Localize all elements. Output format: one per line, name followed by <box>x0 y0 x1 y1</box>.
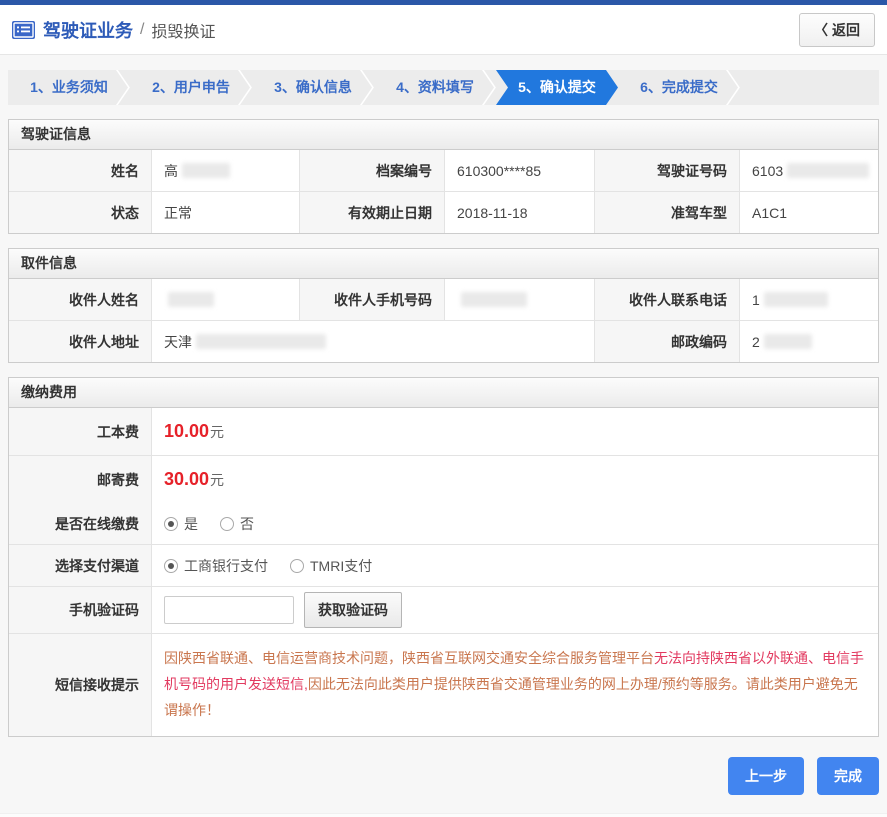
step-3[interactable]: 3、确认信息 <box>252 70 374 105</box>
step-bar: 1、业务须知 2、用户申告 3、确认信息 4、资料填写 5、确认提交 6、完成提交 <box>8 70 879 105</box>
license-table: 姓名高档案编号 610300****85 驾驶证号码 6103 状态 正常 有效期止日期 20… <box>9 150 878 233</box>
redacted-text <box>182 163 230 178</box>
field-label: 状态 <box>9 192 152 233</box>
field-label: 有效期止日期 <box>300 192 445 233</box>
back-button[interactable]: 〈返回 <box>799 12 875 47</box>
field-label: 选择支付渠道 <box>9 545 152 586</box>
field-label: 准驾车型 <box>595 192 740 233</box>
radio-button-icon <box>164 558 178 573</box>
fee-value: 30.00 元 <box>152 456 878 503</box>
pay-channel-row: 选择支付渠道 工商银行支付 TMRI支付 <box>9 545 878 587</box>
field-label: 工本费 <box>9 408 152 455</box>
online-pay-row: 是否在线缴费 是否 <box>9 503 878 545</box>
fee-row: 工本费 10.00 元 <box>9 408 878 456</box>
redacted-text <box>787 163 870 178</box>
step-5[interactable]: 5、确认提交 <box>496 70 618 105</box>
get-code-button[interactable]: 获取验证码 <box>304 592 402 628</box>
step-6[interactable]: 6、完成提交 <box>618 70 740 105</box>
section-payment: 缴纳费用 工本费 10.00 元邮寄费 30.00 元 是否在线缴费 是否 选择支付渠道… <box>8 377 879 737</box>
sms-code-input[interactable] <box>164 596 294 624</box>
field-value: 610300****85 <box>445 150 595 191</box>
field-value: 正常 <box>152 192 300 233</box>
breadcrumb-separator: / <box>140 20 145 38</box>
pickup-table: 收件人姓名 收件人手机号码 收件人联系电话 1 收件人地址 天津 邮政编码 2 <box>9 279 878 362</box>
fee-unit: 元 <box>210 471 225 488</box>
field-value: 6103 <box>740 150 878 191</box>
list-icon <box>12 20 35 39</box>
section-title-payment: 缴纳费用 <box>9 378 878 408</box>
fee-rows: 工本费 10.00 元邮寄费 30.00 元 <box>9 408 878 503</box>
field-value: 天津 <box>152 321 595 362</box>
field-value: 2 <box>740 321 878 362</box>
radio-channel-TMRI支付[interactable]: TMRI支付 <box>290 556 372 576</box>
radio-label: 工商银行支付 <box>184 557 268 574</box>
field-value: A1C1 <box>740 192 878 233</box>
fee-unit: 元 <box>210 423 225 440</box>
notice-part1: 因陕西省联通、电信运营商技术问题，陕西省互联网交通安全综合服务管理平台 <box>164 650 654 666</box>
sms-notice-row: 短信接收提示 因陕西省联通、电信运营商技术问题，陕西省互联网交通安全综合服务管理… <box>9 634 878 736</box>
field-label: 收件人手机号码 <box>300 279 445 320</box>
table-row: 收件人地址 天津 邮政编码 2 <box>9 321 878 362</box>
field-label: 收件人联系电话 <box>595 279 740 320</box>
table-row: 收件人姓名 收件人手机号码 收件人联系电话 1 <box>9 279 878 321</box>
table-row: 状态 正常 有效期止日期 2018-11-18 准驾车型 A1C1 <box>9 192 878 233</box>
radio-button-icon <box>220 516 234 531</box>
previous-step-button[interactable]: 上一步 <box>728 756 804 795</box>
step-1[interactable]: 1、业务须知 <box>8 70 130 105</box>
field-label: 收件人地址 <box>9 321 152 362</box>
radio-label: 否 <box>240 515 254 532</box>
field-label: 邮政编码 <box>595 321 740 362</box>
footer-actions: 上一步 完成 <box>0 756 879 803</box>
field-value <box>152 279 300 320</box>
radio-button-icon <box>164 516 178 531</box>
radio-online-pay-是[interactable]: 是 <box>164 514 198 534</box>
field-label: 邮寄费 <box>9 456 152 503</box>
field-value: 2018-11-18 <box>445 192 595 233</box>
radio-channel-工商银行支付[interactable]: 工商银行支付 <box>164 556 268 576</box>
field-label: 收件人姓名 <box>9 279 152 320</box>
redacted-text <box>763 334 812 349</box>
section-pickup-info: 取件信息 收件人姓名 收件人手机号码 收件人联系电话 1 收件人地址 天津 邮政编码 2 <box>8 248 879 363</box>
fee-value: 10.00 元 <box>152 408 878 455</box>
fee-amount: 10.00 <box>164 421 210 441</box>
sms-code-cell: 获取验证码 <box>152 587 878 633</box>
step-4[interactable]: 4、资料填写 <box>374 70 496 105</box>
finish-button[interactable]: 完成 <box>817 756 879 795</box>
fee-row: 邮寄费 30.00 元 <box>9 456 878 503</box>
pay-channel-options: 工商银行支付 TMRI支付 <box>152 545 878 586</box>
back-label: 返回 <box>832 21 860 38</box>
section-title-pickup: 取件信息 <box>9 249 878 279</box>
section-title-license: 驾驶证信息 <box>9 120 878 150</box>
fee-amount: 30.00 <box>164 469 210 489</box>
redacted-text <box>168 292 214 307</box>
sms-code-row: 手机验证码 获取验证码 <box>9 587 878 634</box>
online-pay-options: 是否 <box>152 503 878 544</box>
field-label: 短信接收提示 <box>9 634 152 736</box>
back-chevron-icon: 〈 <box>814 21 828 38</box>
field-label: 手机验证码 <box>9 587 152 633</box>
radio-button-icon <box>290 558 304 573</box>
radio-label: TMRI支付 <box>310 557 373 574</box>
field-label: 驾驶证号码 <box>595 150 740 191</box>
bottom-strip <box>0 812 887 817</box>
redacted-text <box>763 292 828 307</box>
sms-notice-text: 因陕西省联通、电信运营商技术问题，陕西省互联网交通安全综合服务管理平台无法向持陕… <box>152 634 878 736</box>
table-row: 姓名高档案编号 610300****85 驾驶证号码 6103 <box>9 150 878 192</box>
field-label: 是否在线缴费 <box>9 503 152 544</box>
section-license-info: 驾驶证信息 姓名高档案编号 610300****85 驾驶证号码 6103 状态 正常 有效… <box>8 119 879 234</box>
field-label: 档案编号 <box>300 150 445 191</box>
field-label: 姓名 <box>9 150 152 191</box>
radio-label: 是 <box>184 515 198 532</box>
field-value: 高 <box>152 150 300 191</box>
breadcrumb-current: 损毁换证 <box>151 23 216 41</box>
step-2[interactable]: 2、用户申告 <box>130 70 252 105</box>
field-value: 1 <box>740 279 878 320</box>
page-header: 驾驶证业务 / 损毁换证 〈返回 <box>0 5 887 55</box>
redacted-text <box>461 292 527 307</box>
page-title: 驾驶证业务 <box>43 20 133 41</box>
radio-online-pay-否[interactable]: 否 <box>220 514 254 534</box>
redacted-text <box>196 334 326 349</box>
field-value <box>445 279 595 320</box>
